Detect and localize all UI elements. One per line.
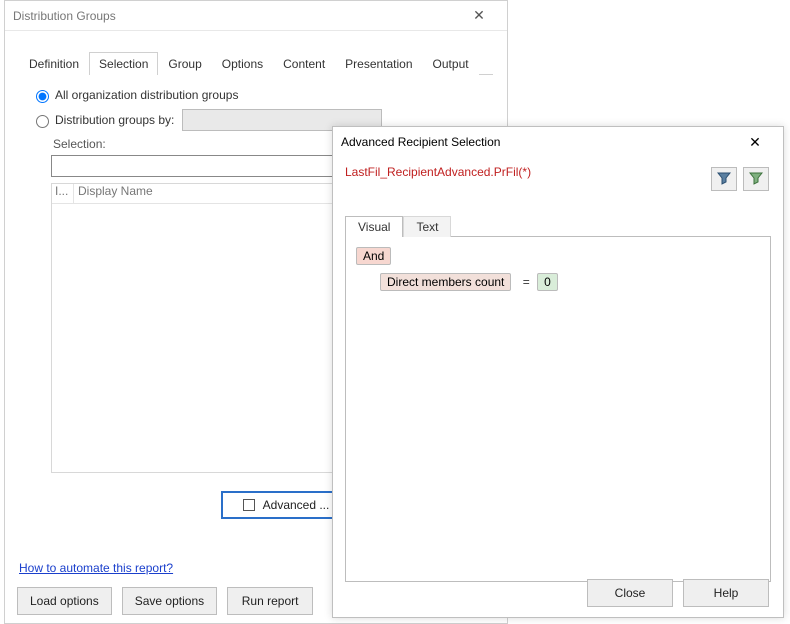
filter-clear-icon[interactable] bbox=[743, 167, 769, 191]
tab-options[interactable]: Options bbox=[212, 52, 273, 75]
grid-col-icon[interactable]: I... bbox=[52, 184, 74, 203]
condition-operator[interactable]: = bbox=[523, 275, 530, 289]
advanced-button-label: Advanced ... bbox=[263, 498, 330, 512]
condition-row[interactable]: Direct members count = 0 bbox=[380, 273, 760, 291]
tab-text[interactable]: Text bbox=[403, 216, 451, 237]
modal-close-action-button[interactable]: Close bbox=[587, 579, 673, 607]
tab-content[interactable]: Content bbox=[273, 52, 335, 75]
radio-all-row[interactable]: All organization distribution groups bbox=[31, 87, 481, 103]
main-window-title: Distribution Groups bbox=[13, 9, 459, 23]
advanced-recipient-selection-dialog: Advanced Recipient Selection ✕ LastFil_R… bbox=[332, 126, 784, 618]
tab-output[interactable]: Output bbox=[423, 52, 479, 75]
modal-help-button[interactable]: Help bbox=[683, 579, 769, 607]
main-titlebar: Distribution Groups ✕ bbox=[5, 1, 507, 31]
tab-visual[interactable]: Visual bbox=[345, 216, 403, 237]
radio-by-label: Distribution groups by: bbox=[55, 113, 174, 127]
filter-save-icon[interactable] bbox=[711, 167, 737, 191]
save-options-button[interactable]: Save options bbox=[122, 587, 217, 615]
tab-presentation[interactable]: Presentation bbox=[335, 52, 422, 75]
tab-definition[interactable]: Definition bbox=[19, 52, 89, 75]
radio-by-input[interactable] bbox=[36, 115, 49, 128]
modal-bottom-bar: Close Help bbox=[587, 579, 769, 607]
main-close-button[interactable]: ✕ bbox=[459, 7, 499, 24]
modal-tabbar: Visual Text bbox=[345, 215, 771, 237]
root-and-node[interactable]: And bbox=[356, 247, 391, 265]
filter-editor: And Direct members count = 0 bbox=[345, 237, 771, 582]
radio-all-input[interactable] bbox=[36, 90, 49, 103]
main-tabbar: Definition Selection Group Options Conte… bbox=[19, 51, 493, 75]
filter-name-label: LastFil_RecipientAdvanced.PrFil(*) bbox=[345, 163, 771, 185]
tab-selection[interactable]: Selection bbox=[89, 52, 158, 75]
condition-value[interactable]: 0 bbox=[537, 273, 558, 291]
main-bottom-bar: Load options Save options Run report bbox=[17, 587, 313, 615]
run-report-button[interactable]: Run report bbox=[227, 587, 313, 615]
tab-group[interactable]: Group bbox=[158, 52, 211, 75]
modal-close-button[interactable]: ✕ bbox=[735, 134, 775, 151]
modal-toolbar bbox=[711, 167, 769, 191]
condition-field[interactable]: Direct members count bbox=[380, 273, 511, 291]
modal-body: LastFil_RecipientAdvanced.PrFil(*) Visua… bbox=[333, 157, 783, 582]
radio-all-label: All organization distribution groups bbox=[55, 88, 238, 102]
load-options-button[interactable]: Load options bbox=[17, 587, 112, 615]
modal-titlebar: Advanced Recipient Selection ✕ bbox=[333, 127, 783, 157]
modal-title: Advanced Recipient Selection bbox=[341, 135, 735, 149]
automate-report-link[interactable]: How to automate this report? bbox=[19, 561, 173, 575]
advanced-checkbox-icon bbox=[243, 499, 255, 511]
